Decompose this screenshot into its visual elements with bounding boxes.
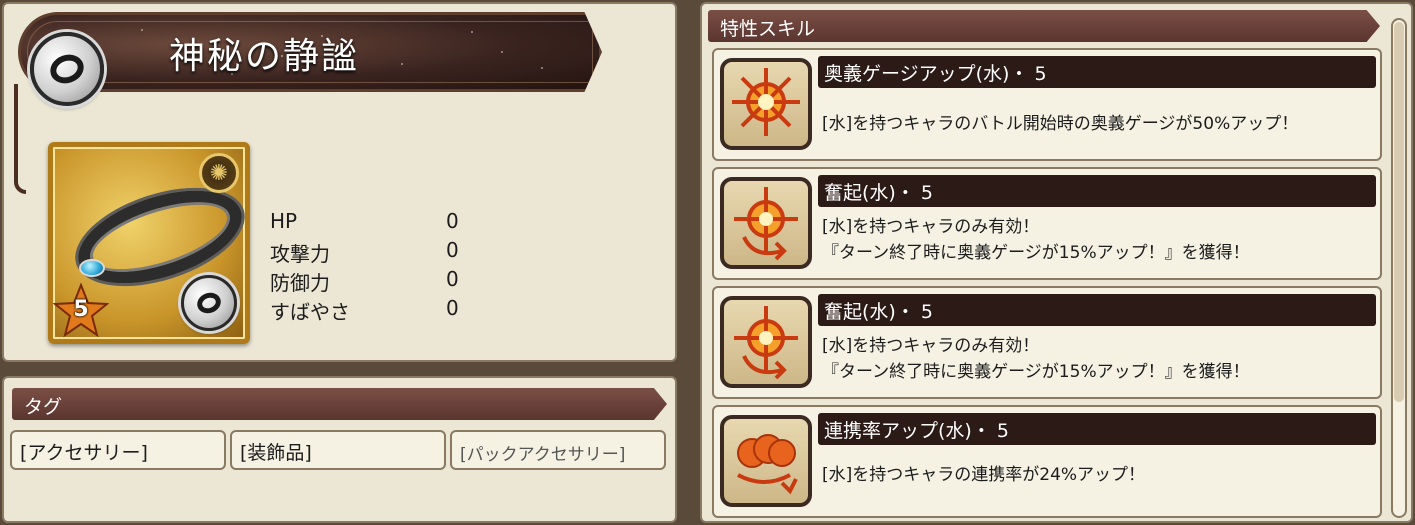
- skill-card[interactable]: 奥義ゲージアップ(水)・ 5 [水]を持つキャラのバトル開始時の奥義ゲージが50…: [712, 48, 1382, 161]
- stat-label: HP: [270, 209, 298, 233]
- skill-name: 奥義ゲージアップ(水)・ 5: [824, 63, 1047, 85]
- tag-ornament[interactable]: [装飾品]: [230, 430, 446, 470]
- stat-label: 防御力: [270, 271, 330, 295]
- stat-row-defense: 防御力 0: [270, 267, 470, 296]
- skill-description: [水]を持つキャラのバトル開始時の奥義ゲージが50%アップ！: [822, 114, 1299, 134]
- tag-panel: タグ [アクセサリー] [装飾品] [パックアクセサリー]: [2, 376, 677, 523]
- stat-value: 0: [446, 267, 459, 291]
- sun-arrow-icon: [720, 296, 812, 388]
- ring-icon: [30, 32, 104, 106]
- stat-row-attack: 攻撃力 0: [270, 238, 470, 267]
- skill-name: 奮起(水)・ 5: [824, 182, 933, 204]
- stat-value: 0: [446, 209, 459, 233]
- skill-name-bar: 奮起(水)・ 5: [818, 175, 1376, 207]
- title-banner: 神秘の静謐: [18, 12, 602, 92]
- item-detail-panel: 神秘の静謐 ✺ 5 HP 0 攻撃力 0 防御力 0 すばやさ 0: [2, 2, 677, 362]
- skill-description-line: 『ターン終了時に奥義ゲージが15%アップ！』を獲得！: [822, 362, 1250, 382]
- gem-image: [79, 259, 105, 277]
- sun-gauge-icon: [720, 58, 812, 150]
- skill-scrollbar[interactable]: [1391, 18, 1407, 518]
- stat-value: 0: [446, 238, 459, 262]
- tag-header-label: タグ: [24, 396, 63, 418]
- skill-card[interactable]: 連携率アップ(水)・ 5 [水]を持つキャラの連携率が24%アップ！: [712, 405, 1382, 518]
- element-swirl-icon: ✺: [199, 153, 239, 193]
- stat-value: 0: [446, 296, 459, 320]
- item-name: 神秘の静謐: [169, 36, 360, 77]
- skill-header-label: 特性スキル: [720, 18, 816, 40]
- tag-pack-accessory[interactable]: [パックアクセサリー]: [450, 430, 666, 470]
- item-card[interactable]: ✺ 5: [48, 142, 250, 344]
- frame-ornament: [14, 84, 26, 194]
- stat-row-speed: すばやさ 0: [270, 296, 470, 325]
- skill-description-line: [水]を持つキャラのみ有効！: [822, 217, 1040, 237]
- skill-description-line: [水]を持つキャラのみ有効！: [822, 336, 1040, 356]
- skill-header: 特性スキル: [708, 10, 1380, 42]
- skill-name-bar: 奮起(水)・ 5: [818, 294, 1376, 326]
- skill-description: [水]を持つキャラの連携率が24%アップ！: [822, 465, 1146, 485]
- chain-attack-icon: [720, 415, 812, 507]
- skill-card[interactable]: 奮起(水)・ 5 [水]を持つキャラのみ有効！ 『ターン終了時に奥義ゲージが15…: [712, 167, 1382, 280]
- stat-row-hp: HP 0: [270, 209, 470, 238]
- scroll-thumb[interactable]: [1394, 22, 1404, 402]
- tag-header: タグ: [12, 388, 667, 420]
- rarity-star-badge: 5: [53, 282, 110, 339]
- skill-name: 奮起(水)・ 5: [824, 301, 933, 323]
- skill-panel: 特性スキル 奥義ゲージアップ(水)・ 5 [水]を持つキャラのバトル開始時の奥義…: [700, 2, 1413, 523]
- tag-accessory[interactable]: [アクセサリー]: [10, 430, 226, 470]
- stats-list: HP 0 攻撃力 0 防御力 0 すばやさ 0: [270, 209, 470, 325]
- stat-label: すばやさ: [270, 300, 350, 324]
- skill-name-bar: 連携率アップ(水)・ 5: [818, 413, 1376, 445]
- stat-label: 攻撃力: [270, 242, 330, 266]
- skill-description-line: 『ターン終了時に奥義ゲージが15%アップ！』を獲得！: [822, 243, 1250, 263]
- rarity-number: 5: [73, 297, 89, 322]
- sun-arrow-icon: [720, 177, 812, 269]
- skill-card[interactable]: 奮起(水)・ 5 [水]を持つキャラのみ有効！ 『ターン終了時に奥義ゲージが15…: [712, 286, 1382, 399]
- ring-icon: [181, 275, 237, 331]
- skill-name: 連携率アップ(水)・ 5: [824, 420, 1009, 442]
- skill-name-bar: 奥義ゲージアップ(水)・ 5: [818, 56, 1376, 88]
